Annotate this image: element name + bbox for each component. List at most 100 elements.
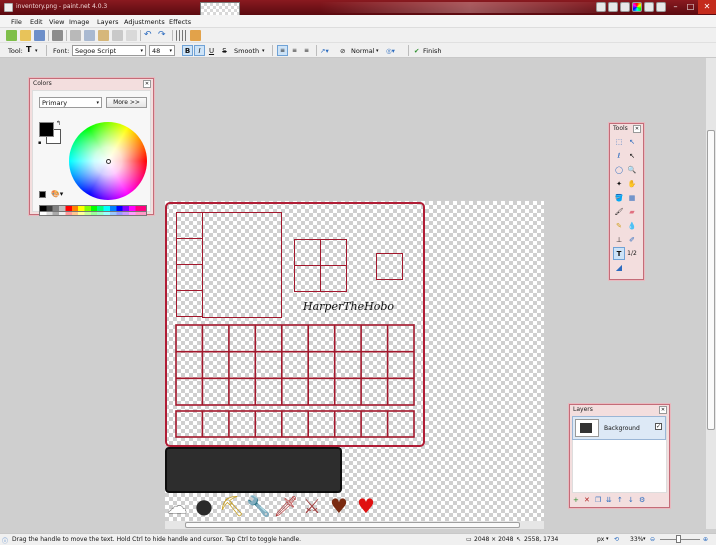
line-curve-icon[interactable]: 1/2 xyxy=(626,247,638,260)
close-button[interactable]: ✕ xyxy=(698,0,716,14)
minimize-button[interactable]: – xyxy=(668,0,683,14)
menu-file[interactable]: File xyxy=(11,18,22,26)
align-left-icon[interactable]: ≡ xyxy=(277,45,288,56)
shapes-icon[interactable]: ◢ xyxy=(613,261,625,274)
pencil-icon[interactable]: ✎ xyxy=(613,219,625,232)
chevron-down-icon[interactable]: ▾ xyxy=(643,536,646,542)
finish-button[interactable]: Finish xyxy=(423,47,442,55)
tools-toggle-icon[interactable] xyxy=(596,2,606,12)
move-down-icon[interactable]: ↓ xyxy=(628,496,637,504)
settings-gear-icon[interactable] xyxy=(644,2,654,12)
underline-button[interactable]: U xyxy=(206,45,217,56)
scrollbar-thumb[interactable] xyxy=(185,522,520,528)
duplicate-layer-icon[interactable]: ❐ xyxy=(595,496,604,504)
vertical-scrollbar[interactable] xyxy=(706,58,716,529)
move-selected-icon[interactable]: ↖ xyxy=(626,135,638,148)
redo-icon[interactable]: ↷ xyxy=(158,30,169,41)
help-icon[interactable] xyxy=(656,2,666,12)
merge-down-icon[interactable]: ⇊ xyxy=(606,496,615,504)
text-tool-icon[interactable]: T xyxy=(26,45,31,54)
rectangle-select-icon[interactable]: ⬚ xyxy=(613,135,625,148)
image-canvas[interactable]: HarperTheHobo ☁ ● ⛏ 🔧 🗡 ⚔ ♥ ♥ xyxy=(165,201,544,521)
blend-mode-icon[interactable]: ⊘ xyxy=(340,47,345,55)
menu-effects[interactable]: Effects xyxy=(169,18,191,26)
menu-layers[interactable]: Layers xyxy=(97,18,119,26)
menu-adjustments[interactable]: Adjustments xyxy=(124,18,165,26)
move-selection-icon[interactable]: ↖ xyxy=(626,149,638,162)
eraser-icon[interactable]: ▰ xyxy=(626,205,638,218)
chevron-down-icon[interactable]: ▾ xyxy=(606,536,609,542)
clone-stamp-icon[interactable]: ⊥ xyxy=(613,233,625,246)
color-palette-light[interactable] xyxy=(39,212,147,216)
open-icon[interactable] xyxy=(20,30,31,41)
undo-icon[interactable]: ↶ xyxy=(144,30,155,41)
layer-visibility-checkbox[interactable]: ✓ xyxy=(655,423,662,430)
paste-icon[interactable] xyxy=(98,30,109,41)
text-tool-icon[interactable]: T xyxy=(613,247,625,260)
more-colors-button[interactable]: More >> xyxy=(106,97,147,108)
menu-view[interactable]: View xyxy=(49,18,64,26)
strikethrough-button[interactable]: S xyxy=(219,45,230,56)
zoom-out-icon[interactable]: ⊖ xyxy=(650,536,655,543)
color-mode-select[interactable]: Primary ▾ xyxy=(39,97,102,108)
palette-menu-icon[interactable]: 🎨▾ xyxy=(51,190,63,198)
primary-color-swatch[interactable] xyxy=(39,122,54,137)
colors-toggle-icon[interactable] xyxy=(632,2,642,12)
color-picker-icon[interactable]: 💧 xyxy=(626,219,638,232)
layer-properties-icon[interactable]: ⚙ xyxy=(639,496,648,504)
cut-icon[interactable] xyxy=(70,30,81,41)
recolor-icon[interactable]: ✐ xyxy=(626,233,638,246)
mini-primary-swatch[interactable] xyxy=(39,191,46,198)
blend-mode-select[interactable]: Normal xyxy=(351,47,375,55)
pan-hand-icon[interactable]: ✋ xyxy=(626,177,638,190)
font-select[interactable]: Segoe Script ▾ xyxy=(72,45,146,56)
fill-mode-icon[interactable]: ↗▾ xyxy=(320,47,329,55)
scrollbar-thumb[interactable] xyxy=(707,130,715,430)
copy-icon[interactable] xyxy=(84,30,95,41)
layer-item-background[interactable]: Background ✓ xyxy=(572,416,666,440)
align-right-icon[interactable]: ≡ xyxy=(301,45,312,56)
zoom-value[interactable]: 33% xyxy=(630,536,643,543)
maximize-button[interactable]: □ xyxy=(683,0,698,14)
swap-colors-icon[interactable]: ↰ xyxy=(56,120,61,127)
lasso-select-icon[interactable]: ℓ xyxy=(613,149,625,162)
magic-wand-icon[interactable]: ✦ xyxy=(613,177,625,190)
paintnet-app-icon[interactable] xyxy=(4,3,13,12)
ruler-icon[interactable] xyxy=(190,30,201,41)
crop-icon[interactable] xyxy=(112,30,123,41)
finish-check-icon[interactable]: ✔ xyxy=(414,47,419,55)
color-palette[interactable] xyxy=(39,205,147,212)
colors-close-button[interactable]: ✕ xyxy=(143,80,151,88)
units-select[interactable]: px xyxy=(597,536,604,543)
grid-icon[interactable] xyxy=(176,30,187,41)
add-layer-icon[interactable]: + xyxy=(573,496,582,504)
chevron-down-icon[interactable]: ▾ xyxy=(262,48,265,54)
paint-bucket-icon[interactable]: 🪣 xyxy=(613,191,625,204)
gradient-icon[interactable]: ▦ xyxy=(626,191,638,204)
font-size-select[interactable]: 48 ▾ xyxy=(149,45,175,56)
print-icon[interactable] xyxy=(52,30,63,41)
horizontal-scrollbar[interactable] xyxy=(165,521,544,529)
zoom-in-icon[interactable]: ⊕ xyxy=(703,536,708,543)
tools-close-button[interactable]: ✕ xyxy=(633,125,641,133)
reset-colors-icon[interactable]: ▪ xyxy=(38,140,41,146)
antialias-select[interactable]: Smooth xyxy=(234,47,259,55)
color-wheel-handle[interactable] xyxy=(106,159,111,164)
deselect-icon[interactable] xyxy=(126,30,137,41)
tool-dropdown-arrow-icon[interactable]: ▾ xyxy=(35,48,38,54)
layers-toggle-icon[interactable] xyxy=(620,2,630,12)
zoom-slider-thumb[interactable] xyxy=(676,535,681,543)
selection-mode-icon[interactable]: ◎▾ xyxy=(386,47,395,55)
move-up-icon[interactable]: ↑ xyxy=(617,496,626,504)
bold-button[interactable]: B xyxy=(182,45,193,56)
paintbrush-icon[interactable]: 🖌 xyxy=(613,205,625,218)
zoom-icon[interactable]: 🔍 xyxy=(626,163,638,176)
zoom-to-window-icon[interactable]: ⟲ xyxy=(614,536,619,543)
history-toggle-icon[interactable] xyxy=(608,2,618,12)
menu-edit[interactable]: Edit xyxy=(30,18,43,26)
chevron-down-icon[interactable]: ▾ xyxy=(376,48,379,54)
italic-button[interactable]: I xyxy=(194,45,205,56)
save-icon[interactable] xyxy=(34,30,45,41)
layers-close-button[interactable]: ✕ xyxy=(659,406,667,414)
menu-image[interactable]: Image xyxy=(69,18,89,26)
